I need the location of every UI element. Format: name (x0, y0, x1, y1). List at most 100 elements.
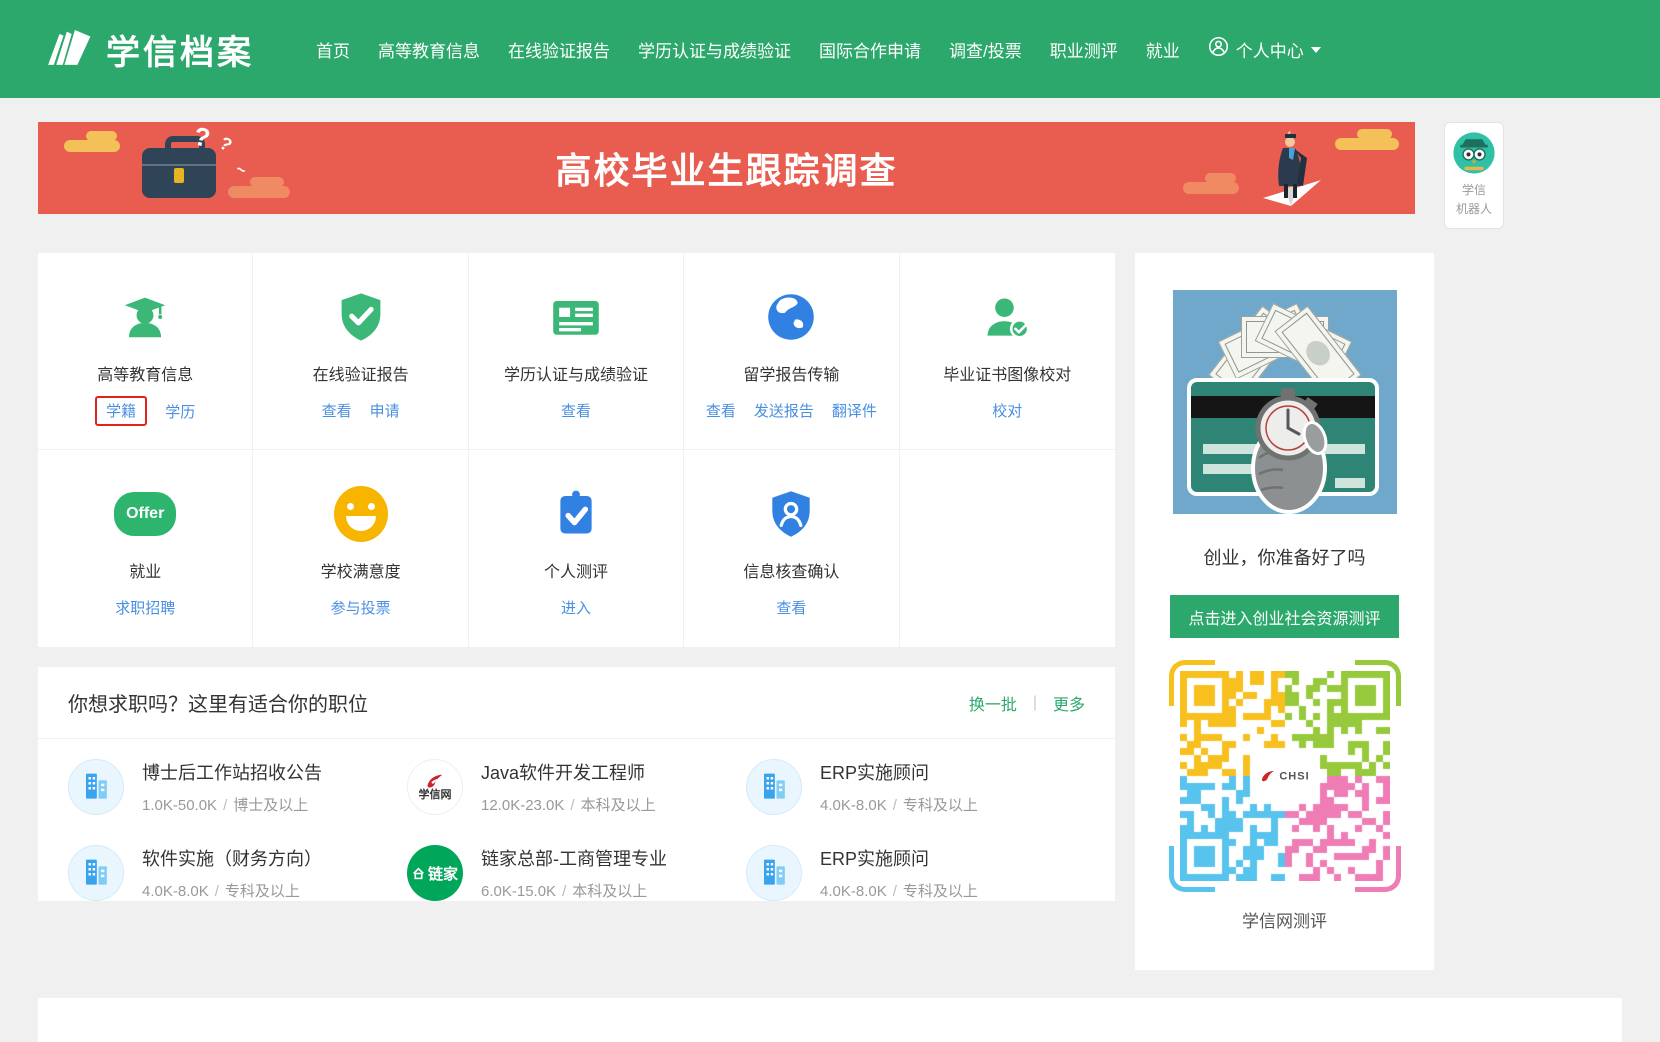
book-fan-icon (40, 24, 92, 75)
nav-item-online-verification[interactable]: 在线验证报告 (508, 37, 610, 62)
job-listing[interactable]: 学信网 Java软件开发工程师 12.0K-23.0K/本科及以上 (407, 759, 746, 815)
nav-item-credential-authentication[interactable]: 学历认证与成绩验证 (638, 37, 791, 62)
job-meta: 12.0K-23.0K/本科及以上 (481, 794, 656, 815)
job-title[interactable]: 博士后工作站招收公告 (142, 759, 322, 785)
refresh-jobs-link[interactable]: 换一批 (969, 691, 1017, 715)
hand-holding-stopwatch-illustration (1227, 382, 1351, 514)
nav-item-survey-vote[interactable]: 调查/投票 (949, 37, 1022, 62)
job-listing[interactable]: 链家 链家总部-工商管理专业 6.0K-15.0K/本科及以上 (407, 845, 746, 901)
job-listing[interactable]: ERP实施顾问 4.0K-8.0K/专科及以上 (746, 759, 1085, 815)
job-listing[interactable]: 博士后工作站招收公告 1.0K-50.0K/博士及以上 (68, 759, 407, 815)
job-meta: 4.0K-8.0K/专科及以上 (820, 794, 978, 815)
job-education: 专科及以上 (225, 883, 300, 900)
service-card-higher-education-info: 高等教育信息 学籍 学历 (38, 253, 253, 450)
startup-promo-image[interactable] (1173, 290, 1397, 514)
chevron-down-icon (1311, 47, 1321, 53)
chsi-logo-icon: 学信网 (407, 759, 463, 815)
job-salary: 4.0K-8.0K (820, 797, 887, 814)
link-translation[interactable]: 翻译件 (832, 400, 877, 421)
qr-caption: 学信网测评 (1135, 907, 1434, 932)
job-meta: 4.0K-8.0K/专科及以上 (820, 880, 978, 901)
service-card-school-satisfaction: 学校满意度 参与投票 (253, 450, 468, 647)
job-salary: 4.0K-8.0K (820, 883, 887, 900)
site-logo[interactable]: 学信档案 (40, 24, 254, 75)
nav-item-international-cooperation[interactable]: 国际合作申请 (819, 37, 921, 62)
job-title[interactable]: 软件实施（财务方向） (142, 845, 322, 871)
job-title[interactable]: ERP实施顾问 (820, 759, 978, 785)
service-title: 个人测评 (544, 558, 608, 582)
next-section-strip (38, 998, 1622, 1042)
graduate-cap-person-icon (118, 289, 172, 345)
service-title: 毕业证书图像校对 (943, 361, 1071, 385)
link-view-verification[interactable]: 查看 (776, 597, 806, 618)
nav-item-higher-education[interactable]: 高等教育信息 (378, 37, 480, 62)
shield-person-icon (765, 486, 817, 542)
promo-caption: 创业，你准备好了吗 (1135, 544, 1434, 570)
nav-item-home[interactable]: 首页 (316, 37, 350, 62)
top-navigation-bar: 学信档案 首页 高等教育信息 在线验证报告 学历认证与成绩验证 国际合作申请 调… (0, 0, 1660, 98)
user-menu-label: 个人中心 (1236, 37, 1304, 62)
link-view-report[interactable]: 查看 (322, 400, 352, 421)
service-title: 在线验证报告 (313, 361, 409, 385)
link-xueji[interactable]: 学籍 (95, 396, 147, 426)
service-card-employment: Offer 就业 求职招聘 (38, 450, 253, 647)
service-title: 信息核查确认 (743, 558, 839, 582)
right-sidebar: 创业，你准备好了吗 点击进入创业社会资源测评 CHSI 学信网测评 (1135, 253, 1434, 970)
service-title: 学校满意度 (321, 558, 401, 582)
service-card-empty (900, 450, 1115, 647)
link-vote[interactable]: 参与投票 (331, 597, 391, 618)
service-card-personal-assessment: 个人测评 进入 (469, 450, 684, 647)
user-menu[interactable]: 个人中心 (1208, 36, 1321, 62)
main-content: 高等教育信息 学籍 学历 在线验证报告 (38, 253, 1622, 970)
job-education: 专科及以上 (903, 883, 978, 900)
service-card-online-verification-report: 在线验证报告 查看 申请 (253, 253, 468, 450)
service-title: 高等教育信息 (97, 361, 193, 385)
building-logo-icon (746, 759, 802, 815)
shield-check-icon (334, 289, 388, 345)
link-proofread[interactable]: 校对 (992, 400, 1022, 421)
left-column: 高等教育信息 学籍 学历 在线验证报告 (38, 253, 1115, 901)
main-nav: 首页 高等教育信息 在线验证报告 学历认证与成绩验证 国际合作申请 调查/投票 … (316, 36, 1321, 62)
startup-assessment-button[interactable]: 点击进入创业社会资源测评 (1170, 595, 1399, 638)
banner-row: ? ? ~ 高校毕业生跟踪调查 (38, 122, 1622, 229)
building-logo-icon (68, 845, 124, 901)
job-listing[interactable]: 软件实施（财务方向） 4.0K-8.0K/专科及以上 (68, 845, 407, 901)
link-view-authentication[interactable]: 查看 (561, 400, 591, 421)
nav-item-employment[interactable]: 就业 (1146, 37, 1180, 62)
link-job-search[interactable]: 求职招聘 (115, 597, 175, 618)
job-education: 本科及以上 (581, 797, 656, 814)
survey-banner[interactable]: ? ? ~ 高校毕业生跟踪调查 (38, 122, 1415, 214)
qr-code: CHSI (1173, 664, 1397, 888)
globe-icon (764, 289, 818, 345)
clipboard-check-icon (551, 486, 601, 542)
graduate-on-paper-plane-illustration (1235, 128, 1327, 214)
service-card-diploma-photo-check: 毕业证书图像校对 校对 (900, 253, 1115, 450)
job-salary: 4.0K-8.0K (142, 883, 209, 900)
job-salary: 12.0K-23.0K (481, 797, 564, 814)
job-title[interactable]: ERP实施顾问 (820, 845, 978, 871)
link-view-abroad[interactable]: 查看 (706, 400, 736, 421)
job-meta: 4.0K-8.0K/专科及以上 (142, 880, 322, 901)
jobs-section-title: 你想求职吗？这里有适合你的职位 (68, 688, 368, 717)
chsi-robot-widget[interactable]: 学信 机器人 (1444, 122, 1504, 229)
person-circle-icon (1208, 36, 1229, 62)
job-salary: 6.0K-15.0K (481, 883, 556, 900)
job-education: 博士及以上 (233, 797, 308, 814)
service-card-credential-authentication: 学历认证与成绩验证 查看 (469, 253, 684, 450)
job-listing[interactable]: ERP实施顾问 4.0K-8.0K/专科及以上 (746, 845, 1085, 901)
job-title[interactable]: 链家总部-工商管理专业 (481, 845, 667, 871)
smiley-icon (334, 486, 388, 542)
lianjia-logo-icon: 链家 (407, 845, 463, 901)
link-enter-assessment[interactable]: 进入 (561, 597, 591, 618)
offer-badge-icon: Offer (114, 486, 176, 542)
owl-robot-icon (1452, 131, 1496, 175)
jobs-panel: 你想求职吗？这里有适合你的职位 换一批 | 更多 (38, 667, 1115, 901)
link-xueli[interactable]: 学历 (165, 401, 195, 422)
more-jobs-link[interactable]: 更多 (1053, 691, 1085, 715)
link-apply-report[interactable]: 申请 (370, 400, 400, 421)
person-check-icon (979, 289, 1035, 345)
link-send-report[interactable]: 发送报告 (754, 400, 814, 421)
service-title: 学历认证与成绩验证 (504, 361, 648, 385)
job-title[interactable]: Java软件开发工程师 (481, 759, 656, 785)
nav-item-career-assessment[interactable]: 职业测评 (1050, 37, 1118, 62)
